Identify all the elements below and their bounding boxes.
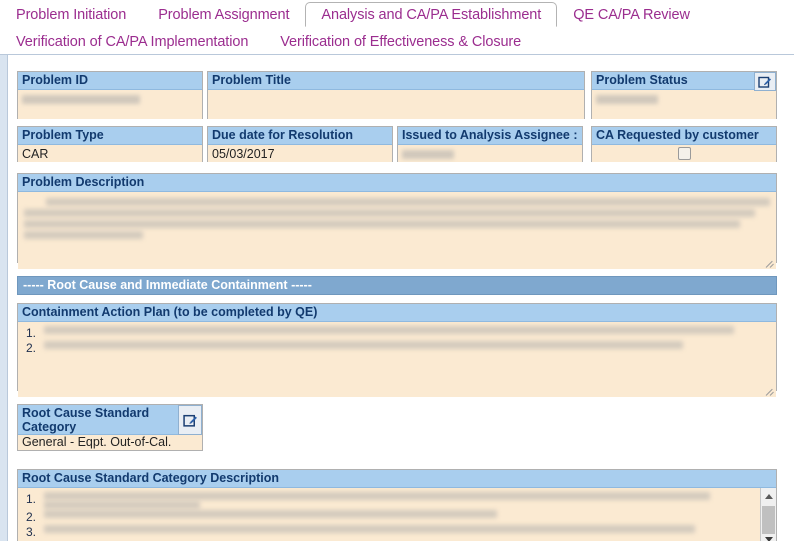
field-problem-type-label: Problem Type xyxy=(18,127,202,145)
redacted-line xyxy=(44,510,498,518)
tab-verification-of-capa-implementation[interactable]: Verification of CA/PA Implementation xyxy=(0,29,264,54)
redacted-line xyxy=(44,492,710,500)
list-item-number: 3. xyxy=(26,525,37,539)
redacted-text xyxy=(22,95,140,105)
edit-pencil-icon[interactable] xyxy=(178,405,202,435)
list-item: 2. xyxy=(24,510,752,524)
redacted-line xyxy=(24,220,741,228)
triangle-up-icon xyxy=(764,493,773,499)
field-root-cause-category-value[interactable]: General - Eqpt. Out-of-Cal. xyxy=(18,435,202,450)
field-problem-description-label: Problem Description xyxy=(18,174,776,192)
edit-pencil-icon[interactable] xyxy=(754,72,776,91)
field-problem-type-value[interactable]: CAR xyxy=(18,145,202,162)
tab-problem-initiation[interactable]: Problem Initiation xyxy=(0,2,142,27)
field-problem-status: Problem Status xyxy=(591,71,777,119)
resize-handle[interactable] xyxy=(766,387,775,396)
list-item: 2. xyxy=(24,341,770,355)
redacted-line xyxy=(44,501,200,509)
field-ca-requested-value xyxy=(592,145,776,162)
list-item-number: 2. xyxy=(26,341,37,355)
problem-description-textarea[interactable] xyxy=(18,192,776,269)
field-problem-id-value[interactable] xyxy=(18,90,202,119)
field-problem-status-label: Problem Status xyxy=(592,72,776,90)
tab-qe-capa-review[interactable]: QE CA/PA Review xyxy=(557,2,706,27)
tab-row-secondary: Verification of CA/PA Implementation Ver… xyxy=(0,27,537,54)
capa-form-page: Problem Initiation Problem Assignment An… xyxy=(0,0,794,541)
redacted-line xyxy=(24,209,756,217)
scroll-down-button[interactable] xyxy=(761,531,776,541)
field-ca-requested-label: CA Requested by customer xyxy=(592,127,776,145)
field-root-cause-category-header: Root Cause Standard Category xyxy=(18,405,202,435)
tab-analysis-and-capa-establishment[interactable]: Analysis and CA/PA Establishment xyxy=(305,2,558,27)
tab-strip: Problem Initiation Problem Assignment An… xyxy=(0,0,794,55)
list-item: 1. xyxy=(24,326,770,340)
redacted-line xyxy=(24,231,144,239)
field-problem-title-value[interactable] xyxy=(208,90,584,119)
left-rail xyxy=(0,55,8,541)
field-containment-action-plan: Containment Action Plan (to be completed… xyxy=(17,303,777,397)
list-item: 1. xyxy=(24,492,752,509)
list-item-number: 1. xyxy=(26,492,37,506)
list-item-number: 1. xyxy=(26,326,37,340)
field-due-date-for-resolution: Due date for Resolution 05/03/2017 xyxy=(207,126,393,162)
root-cause-description-textarea[interactable]: 1. 2. 3. xyxy=(18,488,776,541)
field-problem-id: Problem ID xyxy=(17,71,203,119)
field-problem-status-value[interactable] xyxy=(592,90,776,119)
redacted-line xyxy=(46,198,770,206)
field-analysis-assignee-label: Issued to Analysis Assignee : xyxy=(398,127,582,145)
section-divider-root-cause-containment: ----- Root Cause and Immediate Containme… xyxy=(17,276,777,295)
field-issued-to-analysis-assignee: Issued to Analysis Assignee : xyxy=(397,126,583,162)
field-problem-description: Problem Description xyxy=(17,173,777,269)
redacted-line xyxy=(44,525,696,533)
redacted-line xyxy=(44,326,734,334)
field-root-cause-standard-category-description: Root Cause Standard Category Description… xyxy=(17,469,777,541)
field-containment-action-plan-label: Containment Action Plan (to be completed… xyxy=(18,304,776,322)
redacted-line xyxy=(44,341,683,349)
list-item-number: 2. xyxy=(26,510,37,524)
root-cause-description-list: 1. 2. 3. xyxy=(24,492,770,539)
field-problem-title-label: Problem Title xyxy=(208,72,584,90)
field-analysis-assignee-value[interactable] xyxy=(398,145,582,162)
scroll-thumb[interactable] xyxy=(762,506,775,534)
scroll-up-button[interactable] xyxy=(761,488,776,504)
field-problem-id-label: Problem ID xyxy=(18,72,202,90)
field-problem-type: Problem Type CAR xyxy=(17,126,203,162)
vertical-scrollbar[interactable] xyxy=(760,488,776,541)
field-problem-status-header: Problem Status xyxy=(592,72,776,91)
field-root-cause-category-label: Root Cause Standard Category xyxy=(18,405,202,435)
redacted-text xyxy=(402,150,454,160)
tab-problem-assignment[interactable]: Problem Assignment xyxy=(142,2,305,27)
triangle-down-icon xyxy=(764,536,773,541)
ca-requested-checkbox[interactable] xyxy=(677,147,691,160)
field-due-date-label: Due date for Resolution xyxy=(208,127,392,145)
containment-plan-list: 1. 2. xyxy=(24,326,770,355)
field-problem-title: Problem Title xyxy=(207,71,585,119)
field-root-cause-standard-category: Root Cause Standard Category General - E… xyxy=(17,404,203,451)
field-ca-requested-by-customer: CA Requested by customer xyxy=(591,126,777,162)
tab-verification-of-effectiveness-and-closure[interactable]: Verification of Effectiveness & Closure xyxy=(264,29,537,54)
form-content: Problem ID Problem Title Problem Status xyxy=(9,56,794,541)
redacted-text xyxy=(596,95,658,105)
list-item: 3. xyxy=(24,525,752,539)
field-due-date-value[interactable]: 05/03/2017 xyxy=(208,145,392,162)
field-root-cause-description-label: Root Cause Standard Category Description xyxy=(18,470,776,488)
resize-handle[interactable] xyxy=(766,259,775,268)
containment-action-plan-textarea[interactable]: 1. 2. xyxy=(18,322,776,397)
tab-row-primary: Problem Initiation Problem Assignment An… xyxy=(0,0,706,27)
